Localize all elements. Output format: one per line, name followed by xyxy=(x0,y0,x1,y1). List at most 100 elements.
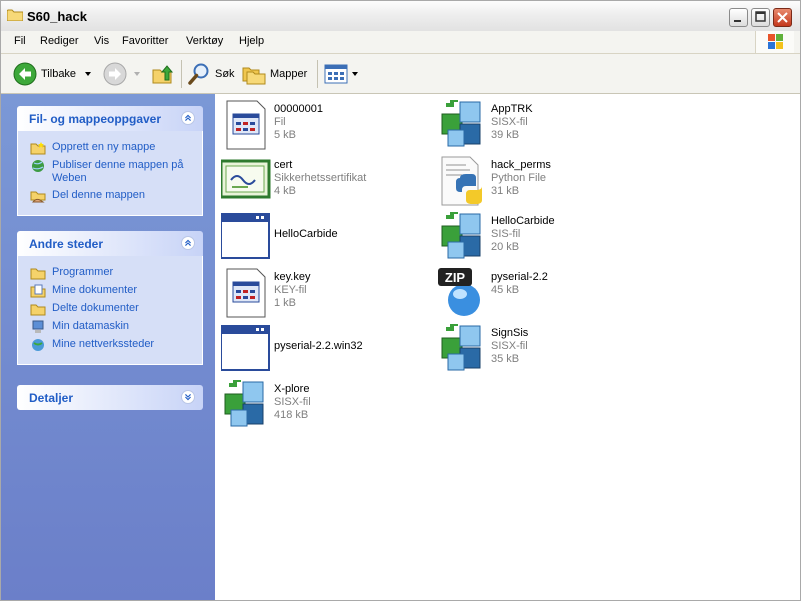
shared-folder-icon xyxy=(30,191,46,203)
dropdown-arrow-icon[interactable] xyxy=(350,69,360,79)
globe-icon xyxy=(32,160,44,172)
file-folder-tasks-panel: Fil- og mappeoppgaver Opprett en ny mapp… xyxy=(17,106,203,216)
python-file-icon xyxy=(441,156,482,206)
dropdown-arrow-icon[interactable] xyxy=(82,69,94,79)
folders-icon xyxy=(242,67,266,84)
place-my-computer-link[interactable]: Min datamaskin xyxy=(30,320,196,334)
file-item[interactable]: 00000001 Fil 5 kB xyxy=(221,100,421,152)
menu-edit[interactable]: Rediger xyxy=(40,35,79,47)
menu-bar: Fil Rediger Vis Favoritter Verktøy Hjelp xyxy=(1,31,800,54)
file-item[interactable]: HelloCarbide SIS-fil 20 kB xyxy=(438,212,638,264)
file-item[interactable]: SignSis SISX-fil 35 kB xyxy=(438,324,638,376)
windows-logo xyxy=(755,31,794,53)
link-label: Opprett en ny mappe xyxy=(52,141,156,153)
menu-file[interactable]: Fil xyxy=(14,35,26,47)
new-folder-icon xyxy=(30,142,46,155)
panel-header[interactable]: Fil- og mappeoppgaver xyxy=(17,106,203,131)
search-button[interactable]: Søk xyxy=(187,54,235,93)
menu-favorites[interactable]: Favoritter xyxy=(122,35,168,47)
panel-body: Programmer Mine dokumenter Delte dokumen… xyxy=(17,256,203,365)
place-my-documents-link[interactable]: Mine dokumenter xyxy=(30,284,196,298)
file-type: Sikkerhetssertifikat xyxy=(274,172,367,184)
panel-title: Detaljer xyxy=(29,391,74,405)
folders-button[interactable]: Mapper xyxy=(242,54,307,93)
place-shared-documents-link[interactable]: Delte dokumenter xyxy=(30,302,196,316)
link-label: Delte dokumenter xyxy=(52,302,139,314)
file-size: 5 kB xyxy=(274,129,297,141)
folder-icon xyxy=(30,268,46,280)
maximize-button[interactable] xyxy=(751,8,770,27)
collapse-chevron-icon[interactable] xyxy=(181,236,195,250)
certificate-icon xyxy=(221,159,271,199)
file-name: HelloCarbide xyxy=(274,228,338,240)
file-name: X-plore xyxy=(274,383,310,395)
folder-icon xyxy=(30,304,46,316)
minimize-button[interactable] xyxy=(729,8,748,27)
file-size: 35 kB xyxy=(491,353,520,365)
file-item[interactable]: ZIP pyserial-2.2 45 kB xyxy=(438,268,638,320)
close-button[interactable] xyxy=(773,8,792,27)
link-label: Programmer xyxy=(52,266,114,278)
link-label: Publiser denne mappen på Weben xyxy=(52,159,184,184)
generic-file-icon xyxy=(226,268,266,318)
file-type: Python File xyxy=(491,172,547,184)
back-button[interactable]: Tilbake xyxy=(13,54,94,93)
title-bar[interactable]: S60_hack xyxy=(1,1,800,31)
place-network-link[interactable]: Mine nettverkssteder xyxy=(30,338,196,352)
forward-button[interactable] xyxy=(103,54,143,93)
views-button[interactable] xyxy=(324,54,360,93)
file-item[interactable]: hack_perms Python File 31 kB xyxy=(438,156,638,208)
views-icon xyxy=(324,64,348,83)
file-type: Fil xyxy=(274,116,286,128)
computer-icon xyxy=(32,320,44,333)
file-item[interactable]: cert Sikkerhetssertifikat 4 kB xyxy=(221,156,421,208)
collapse-chevron-icon[interactable] xyxy=(181,111,195,125)
file-name: AppTRK xyxy=(491,103,533,115)
file-type: SISX-fil xyxy=(491,116,528,128)
file-name: hack_perms xyxy=(491,159,551,171)
sis-package-icon xyxy=(441,100,481,147)
publish-web-link[interactable]: Publiser denne mappen på Weben xyxy=(30,159,196,185)
sis-package-icon xyxy=(441,212,481,259)
svg-text:ZIP: ZIP xyxy=(445,270,466,285)
back-label: Tilbake xyxy=(41,67,77,80)
file-name: HelloCarbide xyxy=(491,215,555,227)
file-name: cert xyxy=(274,159,293,171)
file-size: 418 kB xyxy=(274,409,309,421)
share-folder-link[interactable]: Del denne mappen xyxy=(30,189,196,203)
back-arrow-icon xyxy=(13,62,37,85)
dropdown-arrow-icon[interactable] xyxy=(131,69,143,79)
up-folder-icon xyxy=(152,64,174,83)
file-size: 20 kB xyxy=(491,241,520,253)
panel-header[interactable]: Andre steder xyxy=(17,231,203,256)
file-type: SISX-fil xyxy=(274,396,311,408)
file-type: KEY-fil xyxy=(274,284,307,296)
file-item[interactable]: AppTRK SISX-fil 39 kB xyxy=(438,100,638,152)
new-folder-link[interactable]: Opprett en ny mappe xyxy=(30,141,196,155)
window-title: S60_hack xyxy=(27,9,87,24)
file-item[interactable]: pyserial-2.2.win32 xyxy=(221,324,421,376)
file-name: pyserial-2.2 xyxy=(491,271,548,283)
file-item[interactable]: key.key KEY-fil 1 kB xyxy=(221,268,421,320)
file-item[interactable]: HelloCarbide xyxy=(221,212,421,264)
up-folder-button[interactable] xyxy=(151,54,175,93)
file-size: 4 kB xyxy=(274,185,297,197)
menu-view[interactable]: Vis xyxy=(94,35,109,47)
folders-label: Mapper xyxy=(270,67,308,80)
link-label: Mine dokumenter xyxy=(52,284,137,296)
search-label: Søk xyxy=(215,67,235,80)
toolbar-separator xyxy=(181,60,182,88)
link-label: Mine nettverkssteder xyxy=(52,338,155,350)
generic-file-icon xyxy=(226,100,266,150)
panel-header[interactable]: Detaljer xyxy=(17,385,203,410)
link-label: Min datamaskin xyxy=(52,320,130,332)
expand-chevron-icon[interactable] xyxy=(181,390,195,404)
menu-tools[interactable]: Verktøy xyxy=(186,35,223,47)
forward-arrow-icon xyxy=(103,62,127,85)
place-programs-link[interactable]: Programmer xyxy=(30,266,196,280)
zip-archive-icon: ZIP xyxy=(438,268,480,316)
file-item[interactable]: X-plore SISX-fil 418 kB xyxy=(221,380,421,432)
toolbar-separator xyxy=(317,60,318,88)
menu-help[interactable]: Hjelp xyxy=(239,35,264,47)
minimize-icon xyxy=(734,20,741,22)
